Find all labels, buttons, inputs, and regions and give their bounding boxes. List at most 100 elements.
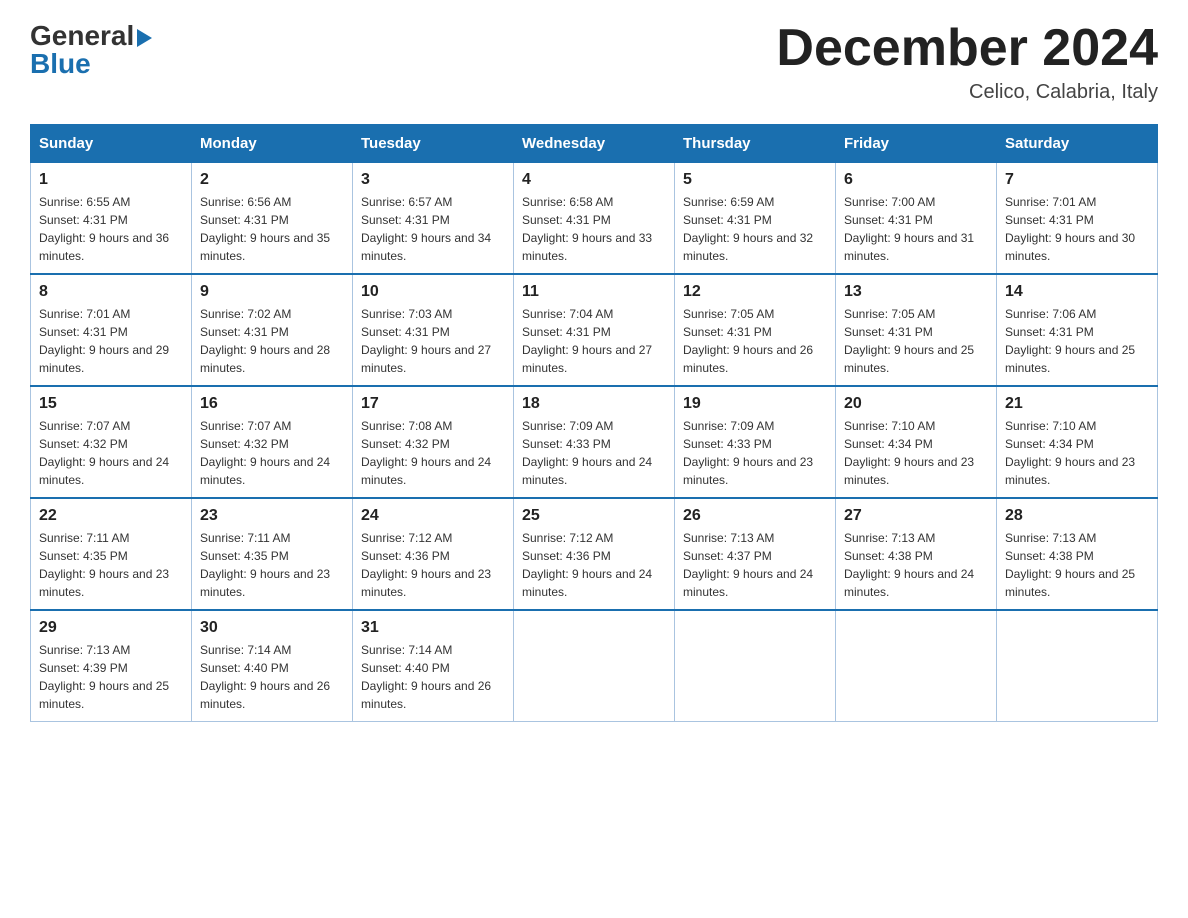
day-number: 15: [39, 395, 183, 413]
day-number: 22: [39, 507, 183, 525]
day-number: 10: [361, 283, 505, 301]
calendar-week-row: 15 Sunrise: 7:07 AMSunset: 4:32 PMDayligh…: [31, 386, 1158, 498]
calendar-cell: 18Sunrise: 7:09 AMSunset: 4:33 PMDayligh…: [514, 386, 675, 498]
day-number: 31: [361, 619, 505, 637]
calendar-cell: 23 Sunrise: 7:11 AMSunset: 4:35 PMDayligh…: [192, 498, 353, 610]
calendar-cell: [836, 610, 997, 722]
day-info: Sunrise: 7:13 AMSunset: 4:39 PMDaylight:…: [39, 641, 183, 713]
col-thursday: Thursday: [675, 125, 836, 163]
day-info: Sunrise: 7:13 AMSunset: 4:38 PMDaylight:…: [1005, 529, 1149, 601]
day-info: Sunrise: 7:10 AMSunset: 4:34 PMDaylight:…: [1005, 417, 1149, 489]
day-number: 2: [200, 171, 344, 189]
day-number: 9: [200, 283, 344, 301]
day-info: Sunrise: 7:07 AMSunset: 4:32 PMDaylight:…: [200, 417, 344, 489]
day-info: Sunrise: 7:01 AMSunset: 4:31 PMDaylight:…: [39, 305, 183, 377]
day-number: 24: [361, 507, 505, 525]
title-block: December 2024 Celico, Calabria, Italy: [776, 20, 1158, 104]
day-number: 26: [683, 507, 827, 525]
calendar-cell: 22 Sunrise: 7:11 AMSunset: 4:35 PMDayligh…: [31, 498, 192, 610]
day-info: Sunrise: 7:14 AMSunset: 4:40 PMDaylight:…: [200, 641, 344, 713]
day-info: Sunrise: 7:01 AMSunset: 4:31 PMDaylight:…: [1005, 193, 1149, 265]
col-friday: Friday: [836, 125, 997, 163]
day-info: Sunrise: 6:55 AMSunset: 4:31 PMDaylight:…: [39, 193, 183, 265]
day-number: 5: [683, 171, 827, 189]
day-info: Sunrise: 7:13 AMSunset: 4:37 PMDaylight:…: [683, 529, 827, 601]
calendar-cell: [997, 610, 1158, 722]
day-number: 12: [683, 283, 827, 301]
day-number: 18: [522, 395, 666, 413]
day-info: Sunrise: 7:11 AMSunset: 4:35 PMDaylight:…: [200, 529, 344, 601]
col-saturday: Saturday: [997, 125, 1158, 163]
calendar-header: Sunday Monday Tuesday Wednesday Thursday…: [31, 125, 1158, 163]
day-number: 27: [844, 507, 988, 525]
calendar-cell: 17 Sunrise: 7:08 AMSunset: 4:32 PMDayligh…: [353, 386, 514, 498]
calendar-week-row: 1 Sunrise: 6:55 AMSunset: 4:31 PMDaylight…: [31, 163, 1158, 275]
day-info: Sunrise: 7:03 AMSunset: 4:31 PMDaylight:…: [361, 305, 505, 377]
day-info: Sunrise: 7:07 AMSunset: 4:32 PMDaylight:…: [39, 417, 183, 489]
page-header: General Blue December 2024 Celico, Calab…: [30, 20, 1158, 104]
day-number: 25: [522, 507, 666, 525]
day-number: 17: [361, 395, 505, 413]
day-info: Sunrise: 7:00 AMSunset: 4:31 PMDaylight:…: [844, 193, 988, 265]
calendar-cell: 12 Sunrise: 7:05 AMSunset: 4:31 PMDayligh…: [675, 274, 836, 386]
day-info: Sunrise: 7:05 AMSunset: 4:31 PMDaylight:…: [844, 305, 988, 377]
day-info: Sunrise: 7:04 AMSunset: 4:31 PMDaylight:…: [522, 305, 666, 377]
day-info: Sunrise: 7:14 AMSunset: 4:40 PMDaylight:…: [361, 641, 505, 713]
day-number: 19: [683, 395, 827, 413]
calendar-cell: 3Sunrise: 6:57 AMSunset: 4:31 PMDaylight…: [353, 163, 514, 275]
col-sunday: Sunday: [31, 125, 192, 163]
calendar-cell: 27 Sunrise: 7:13 AMSunset: 4:38 PMDayligh…: [836, 498, 997, 610]
days-of-week-row: Sunday Monday Tuesday Wednesday Thursday…: [31, 125, 1158, 163]
calendar-cell: [514, 610, 675, 722]
day-info: Sunrise: 6:58 AMSunset: 4:31 PMDaylight:…: [522, 193, 666, 265]
day-number: 30: [200, 619, 344, 637]
calendar-cell: 7 Sunrise: 7:01 AMSunset: 4:31 PMDaylight…: [997, 163, 1158, 275]
calendar-cell: 11 Sunrise: 7:04 AMSunset: 4:31 PMDayligh…: [514, 274, 675, 386]
calendar-cell: 25 Sunrise: 7:12 AMSunset: 4:36 PMDayligh…: [514, 498, 675, 610]
day-number: 20: [844, 395, 988, 413]
day-info: Sunrise: 7:08 AMSunset: 4:32 PMDaylight:…: [361, 417, 505, 489]
logo: General Blue: [30, 20, 152, 80]
calendar-cell: 24 Sunrise: 7:12 AMSunset: 4:36 PMDayligh…: [353, 498, 514, 610]
day-number: 6: [844, 171, 988, 189]
day-number: 16: [200, 395, 344, 413]
day-info: Sunrise: 7:02 AMSunset: 4:31 PMDaylight:…: [200, 305, 344, 377]
calendar-cell: 26 Sunrise: 7:13 AMSunset: 4:37 PMDayligh…: [675, 498, 836, 610]
day-info: Sunrise: 7:13 AMSunset: 4:38 PMDaylight:…: [844, 529, 988, 601]
calendar-body: 1 Sunrise: 6:55 AMSunset: 4:31 PMDaylight…: [31, 163, 1158, 722]
day-number: 7: [1005, 171, 1149, 189]
calendar-cell: 16 Sunrise: 7:07 AMSunset: 4:32 PMDayligh…: [192, 386, 353, 498]
day-number: 21: [1005, 395, 1149, 413]
day-info: Sunrise: 7:05 AMSunset: 4:31 PMDaylight:…: [683, 305, 827, 377]
day-number: 8: [39, 283, 183, 301]
calendar-week-row: 22 Sunrise: 7:11 AMSunset: 4:35 PMDayligh…: [31, 498, 1158, 610]
calendar-cell: 5 Sunrise: 6:59 AMSunset: 4:31 PMDaylight…: [675, 163, 836, 275]
day-info: Sunrise: 7:12 AMSunset: 4:36 PMDaylight:…: [361, 529, 505, 601]
calendar-cell: 10 Sunrise: 7:03 AMSunset: 4:31 PMDayligh…: [353, 274, 514, 386]
calendar-cell: 31 Sunrise: 7:14 AMSunset: 4:40 PMDayligh…: [353, 610, 514, 722]
day-number: 23: [200, 507, 344, 525]
calendar-cell: 21 Sunrise: 7:10 AMSunset: 4:34 PMDayligh…: [997, 386, 1158, 498]
logo-blue-text: Blue: [30, 48, 91, 80]
day-number: 13: [844, 283, 988, 301]
calendar-cell: 29 Sunrise: 7:13 AMSunset: 4:39 PMDayligh…: [31, 610, 192, 722]
col-monday: Monday: [192, 125, 353, 163]
day-number: 4: [522, 171, 666, 189]
calendar-cell: 8 Sunrise: 7:01 AMSunset: 4:31 PMDaylight…: [31, 274, 192, 386]
day-number: 1: [39, 171, 183, 189]
calendar-cell: 4 Sunrise: 6:58 AMSunset: 4:31 PMDaylight…: [514, 163, 675, 275]
calendar-table: Sunday Monday Tuesday Wednesday Thursday…: [30, 124, 1158, 722]
day-info: Sunrise: 7:06 AMSunset: 4:31 PMDaylight:…: [1005, 305, 1149, 377]
day-number: 29: [39, 619, 183, 637]
day-info: Sunrise: 7:12 AMSunset: 4:36 PMDaylight:…: [522, 529, 666, 601]
calendar-cell: [675, 610, 836, 722]
calendar-cell: 14Sunrise: 7:06 AMSunset: 4:31 PMDayligh…: [997, 274, 1158, 386]
day-info: Sunrise: 7:09 AMSunset: 4:33 PMDaylight:…: [683, 417, 827, 489]
calendar-cell: 30 Sunrise: 7:14 AMSunset: 4:40 PMDayligh…: [192, 610, 353, 722]
day-info: Sunrise: 7:11 AMSunset: 4:35 PMDaylight:…: [39, 529, 183, 601]
calendar-cell: 20Sunrise: 7:10 AMSunset: 4:34 PMDayligh…: [836, 386, 997, 498]
calendar-cell: 28Sunrise: 7:13 AMSunset: 4:38 PMDayligh…: [997, 498, 1158, 610]
calendar-cell: 1 Sunrise: 6:55 AMSunset: 4:31 PMDaylight…: [31, 163, 192, 275]
day-info: Sunrise: 6:59 AMSunset: 4:31 PMDaylight:…: [683, 193, 827, 265]
day-number: 11: [522, 283, 666, 301]
